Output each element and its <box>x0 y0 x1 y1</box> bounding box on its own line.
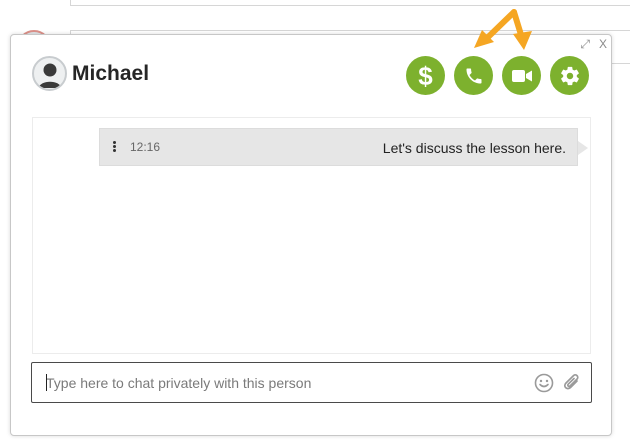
chat-header: Michael <box>32 56 149 91</box>
contact-name: Michael <box>72 61 150 85</box>
chat-dialog: ⤢ X Michael $ 12:16 Let's discuss the le… <box>10 34 612 436</box>
message-time: 12:16 <box>130 140 161 154</box>
annotation-arrow-right <box>511 9 532 50</box>
text-caret <box>46 374 47 391</box>
user-avatar-icon <box>32 56 67 91</box>
gear-icon <box>560 66 579 85</box>
expand-icon[interactable]: ⤢ <box>580 38 590 50</box>
smiley-icon[interactable] <box>534 373 554 393</box>
dollar-icon: $ <box>418 60 433 91</box>
window-controls: ⤢ X <box>580 38 607 50</box>
paperclip-icon[interactable] <box>562 372 582 394</box>
chat-composer <box>31 362 592 403</box>
message-menu-icon[interactable] <box>113 141 117 153</box>
payment-button[interactable]: $ <box>406 56 445 95</box>
chat-input[interactable] <box>46 363 516 402</box>
message-list: 12:16 Let's discuss the lesson here. <box>32 117 591 354</box>
close-button[interactable]: X <box>599 38 607 50</box>
message-text: Let's discuss the lesson here. <box>382 140 566 156</box>
message-bubble: 12:16 Let's discuss the lesson here. <box>99 128 588 166</box>
